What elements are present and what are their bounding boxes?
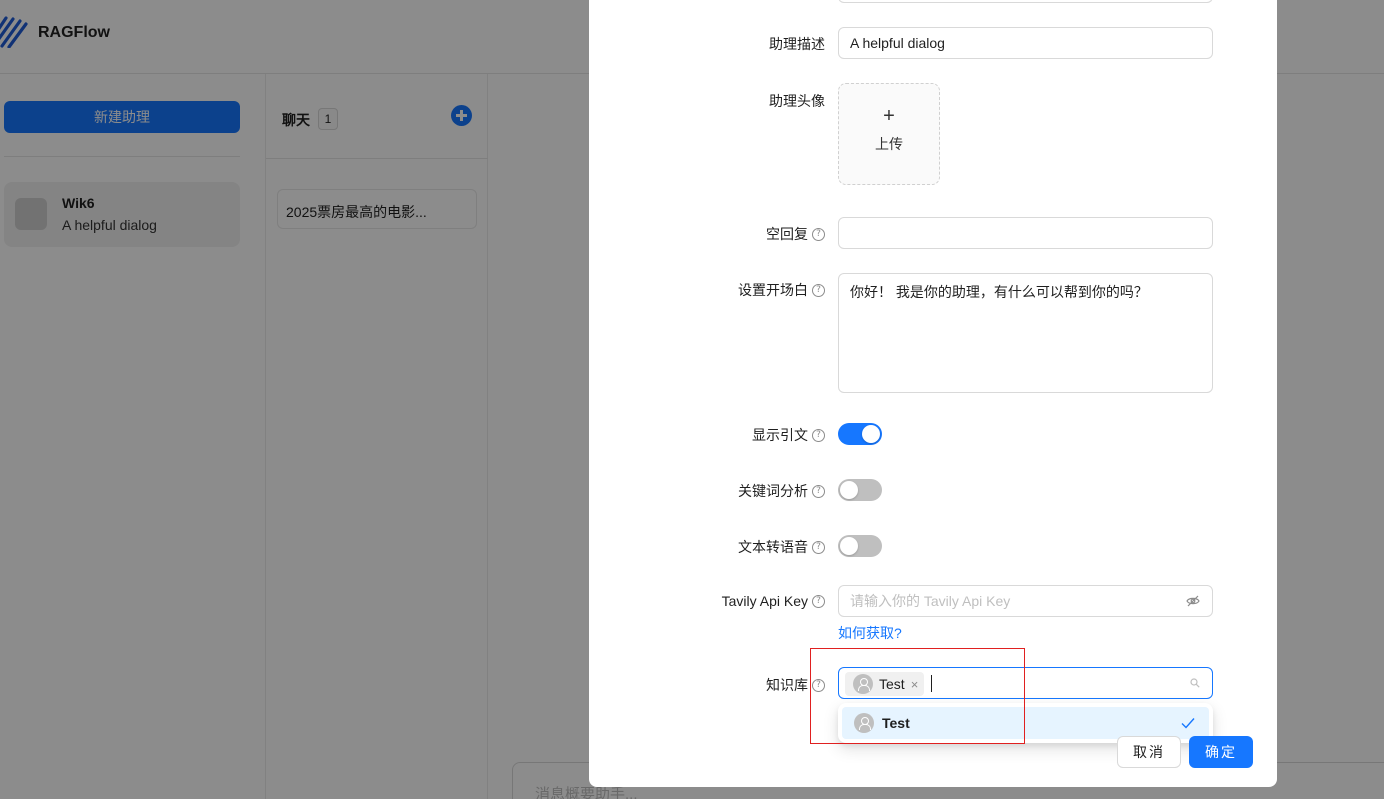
user-avatar-icon [853,674,873,694]
tts-switch[interactable] [838,535,882,557]
how-to-get-link[interactable]: 如何获取? [838,623,902,643]
help-icon[interactable]: ? [812,484,825,498]
description-input[interactable]: A helpful dialog [838,27,1213,59]
plus-icon: + [883,105,895,127]
help-icon[interactable]: ? [812,678,825,692]
show-quote-switch[interactable] [838,423,882,445]
switch-knob [840,481,858,499]
tts-label: 文本转语音 ? [738,537,825,557]
help-icon[interactable]: ? [812,428,825,442]
knowledge-base-select[interactable]: Test × [838,667,1213,699]
switch-knob [840,537,858,555]
empty-reply-label: 空回复 ? [766,224,825,244]
tavily-api-key-input[interactable]: 请输入你的 Tavily Api Key [838,585,1213,617]
selected-knowledge-tag: Test × [845,672,925,696]
assistant-settings-modal: 助理描述 A helpful dialog 助理头像 + 上传 空回复 ? 设置… [589,0,1277,787]
selected-knowledge-tag-label: Test [879,676,905,692]
opener-textarea[interactable]: 你好！ 我是你的助理，有什么可以帮到你的吗？ [838,273,1213,393]
close-icon[interactable]: × [911,677,919,692]
ok-button[interactable]: 确定 [1189,736,1253,768]
keyword-analysis-label: 关键词分析 ? [738,481,825,501]
description-label: 助理描述 [769,36,825,52]
knowledge-option[interactable]: Test [842,707,1209,739]
help-icon[interactable]: ? [812,227,825,241]
show-quote-label: 显示引文 ? [752,425,825,445]
avatar-label: 助理头像 [769,93,825,109]
empty-reply-input[interactable] [838,217,1213,249]
text-cursor [931,675,932,692]
user-avatar-icon [854,713,874,733]
upload-label: 上传 [875,136,903,152]
search-icon [1190,678,1200,688]
help-icon[interactable]: ? [812,540,825,554]
eye-invisible-icon[interactable] [1186,595,1200,607]
opener-label: 设置开场白 ? [738,280,825,300]
check-icon [1181,718,1195,729]
switch-knob [862,425,880,443]
help-icon[interactable]: ? [812,283,825,297]
tavily-label: Tavily Api Key ? [722,593,825,609]
help-icon[interactable]: ? [812,594,825,608]
cancel-button[interactable]: 取消 [1117,736,1181,768]
assistant-name-field[interactable] [838,0,1213,3]
keyword-analysis-switch[interactable] [838,479,882,501]
tavily-placeholder: 请输入你的 Tavily Api Key [850,593,1011,609]
knowledge-base-label: 知识库 ? [766,675,825,695]
knowledge-option-label: Test [882,715,910,731]
avatar-upload-button[interactable]: + 上传 [838,83,940,185]
